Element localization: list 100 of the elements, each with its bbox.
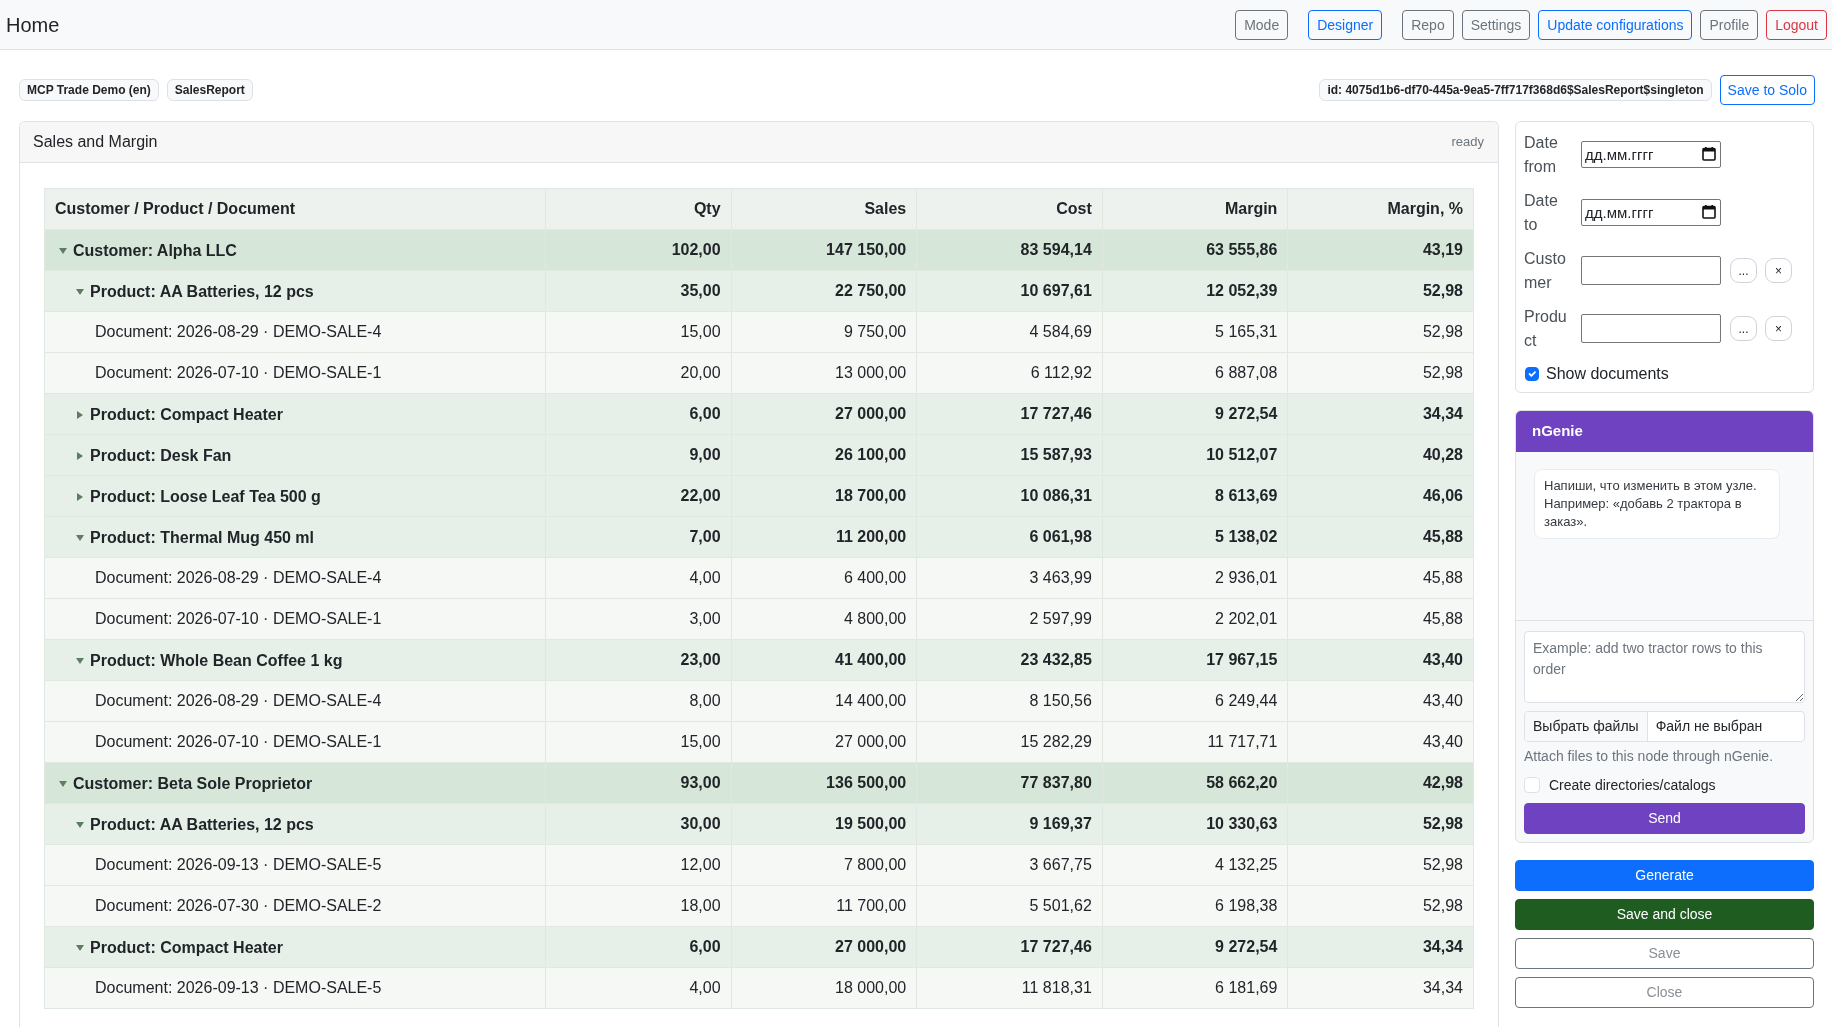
action-button[interactable]: Save and close (1515, 899, 1814, 930)
column-header[interactable]: Sales (731, 188, 917, 230)
table-cell: 136 500,00 (731, 762, 917, 804)
table-cell: 23 432,85 (916, 639, 1103, 681)
row-label: Document: 2026-07-30 · DEMO-SALE-2 (95, 896, 382, 916)
table-cell: 13 000,00 (731, 352, 917, 394)
clear-button[interactable]: × (1765, 316, 1792, 341)
toolbar-button[interactable]: Profile (1700, 9, 1759, 40)
table-cell: 9,00 (545, 434, 732, 476)
table-cell: 6 400,00 (731, 557, 917, 599)
browse-button[interactable]: ... (1730, 258, 1757, 283)
column-header[interactable]: Qty (545, 188, 732, 230)
row-label: Product: Compact Heater (90, 938, 283, 958)
table-cell: 10 697,61 (916, 270, 1103, 312)
caret-right-icon[interactable] (77, 451, 83, 460)
toolbar-button[interactable]: Repo (1402, 9, 1454, 40)
text-field[interactable] (1581, 314, 1721, 343)
column-header[interactable]: Margin, % (1287, 188, 1474, 230)
table-cell: 45,88 (1287, 557, 1474, 599)
table-cell: 7,00 (545, 516, 732, 558)
table-cell: 2 936,01 (1102, 557, 1288, 599)
caret-down-icon[interactable] (59, 781, 67, 787)
panel-title: nGenie (1516, 411, 1813, 452)
table-cell: 52,98 (1287, 352, 1474, 394)
table-cell: 10 086,31 (916, 475, 1103, 517)
table-cell: 43,19 (1287, 229, 1474, 271)
table-cell: 4,00 (545, 967, 732, 1009)
date-field[interactable]: дд.мм.гггг (1581, 199, 1721, 226)
file-input[interactable]: Выбрать файлы Файл не выбран (1524, 711, 1805, 742)
message-field[interactable]: Example: add two tractor rows to this order (1524, 631, 1805, 703)
table-cell: 41 400,00 (731, 639, 917, 681)
choose-files-button[interactable]: Выбрать файлы (1525, 712, 1648, 741)
calendar-icon[interactable] (1702, 147, 1716, 161)
table-cell: 5 501,62 (916, 885, 1103, 927)
table-cell: 15 282,29 (916, 721, 1103, 763)
table-cell: 23,00 (545, 639, 732, 681)
row-label: Product: Compact Heater (90, 404, 283, 425)
send-button[interactable]: Send (1524, 803, 1805, 834)
table-cell: 5 165,31 (1102, 311, 1288, 353)
table-cell: 12 052,39 (1102, 270, 1288, 312)
field-label: Product (1524, 307, 1568, 351)
table-cell: 4 132,25 (1102, 844, 1288, 886)
checkbox-label: Create directories/catalogs (1549, 776, 1716, 795)
table-cell: 45,88 (1287, 516, 1474, 558)
text-field[interactable] (1581, 256, 1721, 285)
calendar-icon[interactable] (1702, 205, 1716, 219)
table-cell: 6,00 (545, 926, 732, 968)
caret-down-icon[interactable] (59, 248, 67, 254)
caret-down-icon[interactable] (76, 945, 84, 951)
column-header[interactable]: Margin (1102, 188, 1288, 230)
table-cell: 8 150,56 (916, 680, 1103, 722)
field-label: Date to (1524, 191, 1559, 235)
table-cell: 20,00 (545, 352, 732, 394)
caret-right-icon[interactable] (77, 492, 83, 501)
column-header[interactable]: Cost (916, 188, 1103, 230)
table-cell: 18 000,00 (731, 967, 917, 1009)
context-tag: SalesReport (166, 79, 253, 101)
field-label: Customer (1524, 249, 1567, 293)
table-cell: 14 400,00 (731, 680, 917, 722)
table-cell: 10 512,07 (1102, 434, 1288, 476)
table-cell: 52,98 (1287, 885, 1474, 927)
caret-right-icon[interactable] (77, 410, 83, 419)
action-button[interactable]: Generate (1515, 860, 1814, 891)
table-cell: 11 200,00 (731, 516, 917, 558)
toolbar-button[interactable]: Mode (1235, 9, 1289, 40)
browse-button[interactable]: ... (1730, 316, 1757, 341)
caret-down-icon[interactable] (76, 535, 84, 541)
table-cell: 19 500,00 (731, 803, 917, 845)
table-cell: 6 249,44 (1102, 680, 1288, 722)
caret-down-icon[interactable] (76, 289, 84, 295)
date-field[interactable]: дд.мм.гггг (1581, 141, 1721, 168)
table-cell: 5 138,02 (1102, 516, 1288, 558)
toolbar-button[interactable]: Settings (1461, 9, 1531, 40)
column-header[interactable]: Customer / Product / Document (44, 188, 546, 230)
row-label: Product: Thermal Mug 450 ml (90, 528, 315, 548)
toolbar-button[interactable]: Designer (1308, 9, 1383, 40)
table-cell: 18,00 (545, 885, 732, 927)
row-label: Customer: Beta Sole Proprietor (73, 774, 313, 794)
caret-down-icon[interactable] (76, 658, 84, 664)
table-cell: 6 061,98 (916, 516, 1103, 558)
table-cell: 15,00 (545, 721, 732, 763)
table-cell: 26 100,00 (731, 434, 917, 476)
caret-down-icon[interactable] (76, 822, 84, 828)
checkbox[interactable] (1525, 367, 1539, 381)
table-cell: 27 000,00 (731, 721, 917, 763)
table-cell: 58 662,20 (1102, 762, 1288, 804)
table-cell: 18 700,00 (731, 475, 917, 517)
table-cell: 2 202,01 (1102, 598, 1288, 640)
table-cell: 77 837,80 (916, 762, 1103, 804)
clear-button[interactable]: × (1765, 258, 1792, 283)
table-cell: 6 181,69 (1102, 967, 1288, 1009)
row-label: Document: 2026-08-29 · DEMO-SALE-4 (95, 691, 382, 711)
toolbar-button[interactable]: Logout (1766, 9, 1827, 40)
row-label: Product: Loose Leaf Tea 500 g (90, 486, 321, 507)
table-cell: 35,00 (545, 270, 732, 312)
field-label: Date from (1524, 133, 1559, 177)
help-text: Attach files to this node through nGenie. (1524, 747, 1775, 765)
toolbar-button[interactable]: Update configurations (1538, 9, 1693, 40)
table-cell: 43,40 (1287, 721, 1474, 763)
save-to-solo-button[interactable]: Save to Solo (1719, 75, 1815, 105)
